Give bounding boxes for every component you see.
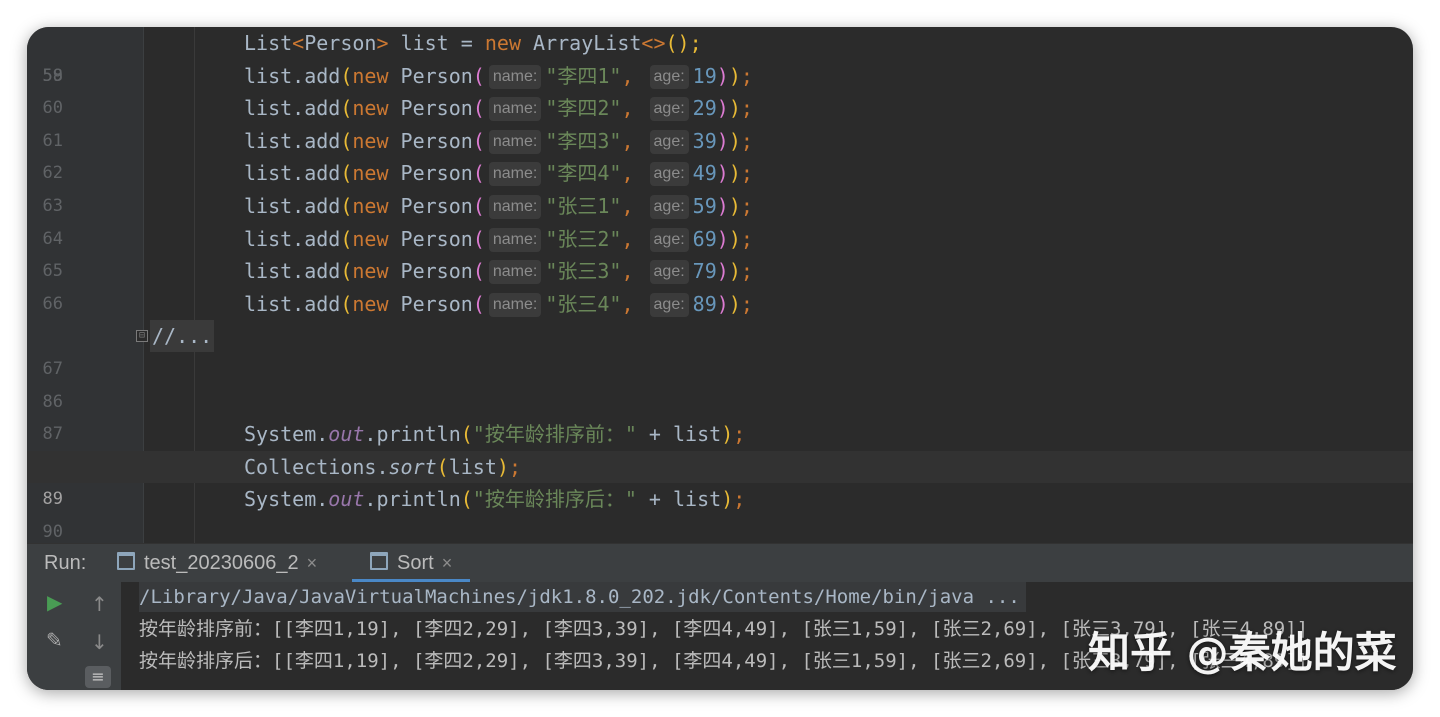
line-number: 59 <box>42 65 63 86</box>
up-arrow-icon[interactable]: ↑ <box>91 592 108 616</box>
code-text: list.add(new Person(name: "李四4", age: 49))… <box>244 161 753 187</box>
param-hint-age: age: <box>649 162 689 187</box>
code-line: 67 ⊟ //... <box>27 320 1413 379</box>
code-text: System.out.println("按年龄排序前：" + list); <box>244 422 746 447</box>
down-arrow-icon[interactable]: ↓ <box>91 630 108 654</box>
code-line-current: 89 Collections.sort(list); <box>27 450 1413 509</box>
close-icon[interactable]: × <box>442 553 453 573</box>
run-tab-sort[interactable]: Sort × <box>352 544 471 582</box>
line-number: 66 <box>42 293 63 314</box>
code-line: 59 list.add(new Person(name: "李四1", age: 19… <box>27 60 1413 93</box>
run-icon[interactable]: ▶ <box>47 590 62 614</box>
param-hint-age: age: <box>649 64 689 89</box>
line-number: 64 <box>42 228 63 249</box>
param-hint-name: name: <box>488 260 542 285</box>
soft-wrap-icon[interactable]: ≡ <box>85 666 111 688</box>
code-line: 90 System.out.println("按年龄排序后：" + list); <box>27 483 1413 542</box>
code-text: System.out.println("按年龄排序后：" + list); <box>244 487 746 512</box>
run-tab-label: test_20230606_2 <box>144 552 299 574</box>
param-hint-name: name: <box>488 227 542 252</box>
code-line: 87 <box>27 386 1413 444</box>
param-hint-name: name: <box>488 129 542 154</box>
param-hint-age: age: <box>649 195 689 219</box>
run-label: Run: <box>44 552 87 574</box>
code-text: Collections.sort(list); <box>244 454 521 479</box>
code-line: 64 list.add(new Person(name: "张三2", age: 69… <box>27 223 1413 256</box>
code-line: 63 list.add(new Person(name: "张三1", age: 59… <box>27 190 1413 223</box>
param-hint-name: name: <box>488 64 542 89</box>
code-line: 65 list.add(new Person(name: "张三3", age: 79… <box>27 255 1413 288</box>
code-editor[interactable]: 58 List<Person> list = new ArrayList<>()… <box>27 27 1413 543</box>
param-hint-age: age: <box>649 292 689 317</box>
run-tab-test[interactable]: test_20230606_2 × <box>117 544 317 582</box>
param-hint-name: name: <box>488 162 542 187</box>
param-hint-age: age: <box>649 260 689 285</box>
code-line: 60 list.add(new Person(name: "李四2", age: 29… <box>27 92 1413 125</box>
line-number: 61 <box>42 130 63 151</box>
code-line: 86 <box>27 353 1413 412</box>
code-line: 58 List<Person> list = new ArrayList<>()… <box>27 27 1413 86</box>
run-toolbar: ▶ ↑ ✎ ↓ ≡ <box>27 582 121 690</box>
code-text: list.add(new Person(name: "张三1", age: 59))… <box>244 194 753 219</box>
code-text: list.add(new Person(name: "张三4", age: 89))… <box>244 291 753 317</box>
code-line: 66 list.add(new Person(name: "张三4", age: 89… <box>27 288 1413 321</box>
folded-region[interactable]: //... <box>150 320 215 353</box>
param-hint-age: age: <box>649 227 689 252</box>
code-text: list.add(new Person(name: "张三2", age: 69))… <box>244 226 753 252</box>
line-number: 62 <box>42 163 63 184</box>
param-hint-name: name: <box>488 292 542 317</box>
run-tab-label: Sort <box>397 552 434 574</box>
line-number: 63 <box>42 196 63 216</box>
code-line: 91 <box>27 516 1413 543</box>
console-icon <box>117 552 135 570</box>
run-tool-header: Run: test_20230606_2 × Sort × <box>27 543 1413 582</box>
console-command-line: /Library/Java/JavaVirtualMachines/jdk1.8… <box>139 582 1026 612</box>
code-text: list.add(new Person(name: "李四2", age: 29))… <box>244 96 753 122</box>
code-text: List<Person> list = new ArrayList<>(); <box>244 31 702 55</box>
param-hint-name: name: <box>488 97 542 122</box>
code-text: list.add(new Person(name: "张三3", age: 79))… <box>244 259 753 285</box>
fold-toggle-icon[interactable]: ⊟ <box>136 330 148 343</box>
param-hint-age: age: <box>649 97 689 122</box>
code-line: 61 list.add(new Person(name: "李四3", age: 39… <box>27 125 1413 158</box>
param-hint-age: age: <box>649 129 689 154</box>
param-hint-name: name: <box>488 195 542 219</box>
console-icon <box>370 552 388 570</box>
wrench-icon[interactable]: ✎ <box>46 628 63 652</box>
code-text: list.add(new Person(name: "李四3", age: 39))… <box>244 128 753 154</box>
code-text: list.add(new Person(name: "李四1", age: 19))… <box>244 63 753 89</box>
code-line: 88 System.out.println("按年龄排序前：" + list); <box>27 418 1413 477</box>
close-icon[interactable]: × <box>307 553 318 573</box>
ide-window: 58 List<Person> list = new ArrayList<>()… <box>27 27 1413 690</box>
watermark: 知乎 @秦她的菜 <box>1088 628 1397 677</box>
line-number: 65 <box>42 261 63 282</box>
line-number: 60 <box>42 98 63 119</box>
code-line: 62 list.add(new Person(name: "李四4", age: 49… <box>27 157 1413 190</box>
